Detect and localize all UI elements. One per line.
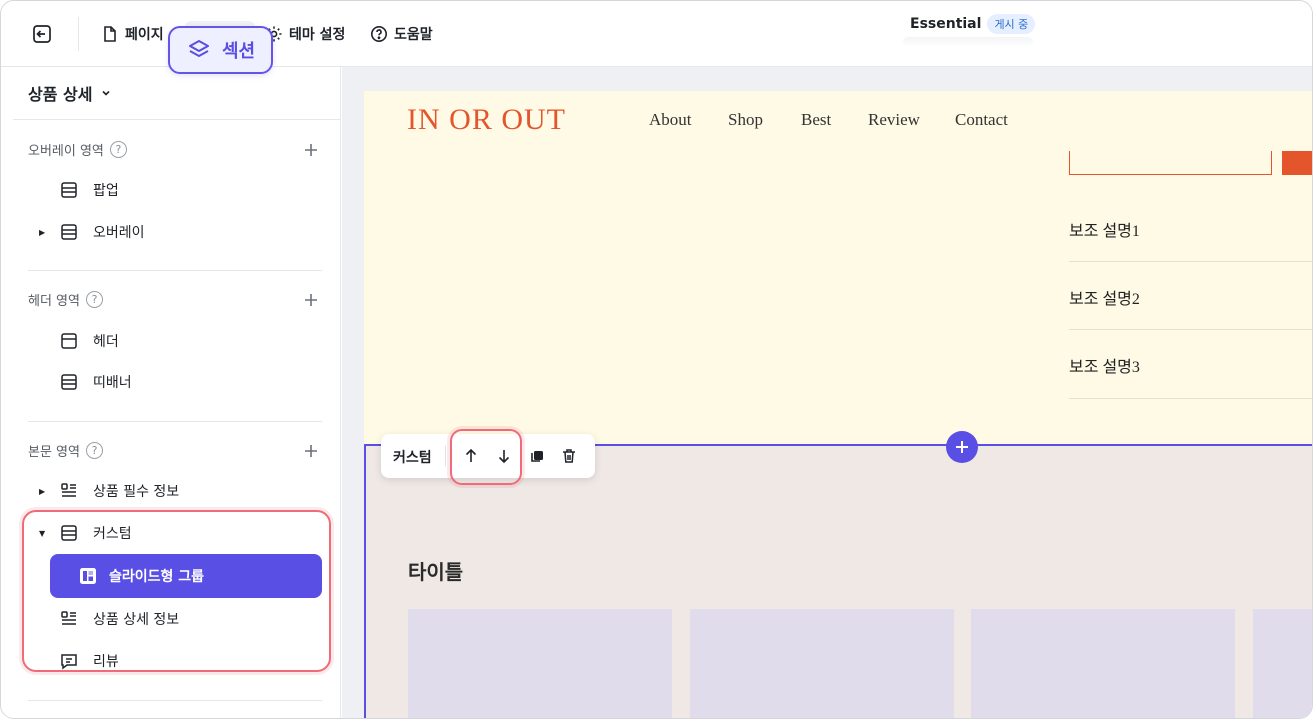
sidebar-header-divider xyxy=(13,119,341,120)
caret-right-icon[interactable]: ▶ xyxy=(39,487,49,496)
exit-icon[interactable] xyxy=(31,23,53,45)
product-info-section[interactable]: IN OR OUT About Shop Best Review Contact… xyxy=(364,91,1312,444)
theme-indicator[interactable]: Essential 게시 중 xyxy=(910,14,1036,34)
group-title: 헤더 영역 xyxy=(28,294,80,309)
sub-description: 보조 설명3 xyxy=(1069,359,1140,376)
toolbar-divider xyxy=(78,17,79,51)
nav-contact[interactable]: Contact xyxy=(955,110,1008,130)
list-icon xyxy=(59,609,79,629)
sidebar-item-label: 오버레이 xyxy=(93,225,145,241)
top-bar: 페이지 섹션 테마 설정 도움말 Essential 게시 중 xyxy=(1,1,1312,74)
layers-icon xyxy=(188,40,209,57)
section-icon xyxy=(59,523,79,543)
sidebar-item-product-info[interactable]: ▶ 상품 필수 정보 xyxy=(39,479,179,503)
sidebar-item-label: 헤더 xyxy=(93,334,119,350)
trash-icon[interactable] xyxy=(559,446,579,466)
section-sidebar: 상품 상세 오버레이 영역 ? 팝업 ▶ 오버레이 헤더 영역 ? 헤더 띠배너… xyxy=(1,67,341,718)
group-body-title: 본문 영역 ? xyxy=(28,441,103,460)
nav-review[interactable]: Review xyxy=(868,110,920,130)
group-divider xyxy=(28,421,322,422)
duplicate-icon[interactable] xyxy=(527,446,547,466)
group-header-title: 헤더 영역 ? xyxy=(28,290,103,309)
description-divider xyxy=(1069,329,1312,330)
description-divider xyxy=(1069,261,1312,262)
help-circle-icon xyxy=(371,26,387,42)
page-selector[interactable]: 상품 상세 xyxy=(28,81,112,105)
sidebar-item-label: 상품 필수 정보 xyxy=(93,484,180,500)
help-icon[interactable]: ? xyxy=(109,141,127,158)
group-divider xyxy=(28,700,322,701)
add-section-icon[interactable] xyxy=(302,442,320,460)
help-label: 도움말 xyxy=(394,27,433,43)
description-divider xyxy=(1069,398,1312,399)
sub-description: 보조 설명1 xyxy=(1069,223,1140,240)
section-icon xyxy=(59,372,79,392)
sections-button[interactable]: 섹션 xyxy=(168,26,273,74)
sidebar-item-label: 띠배너 xyxy=(93,375,132,391)
list-icon xyxy=(59,481,79,501)
caret-right-icon[interactable]: ▶ xyxy=(39,228,49,237)
slide-group-icon xyxy=(80,568,96,584)
nav-shop[interactable]: Shop xyxy=(728,110,763,130)
caret-down-icon[interactable]: ▼ xyxy=(39,529,49,538)
sidebar-item-product-detail[interactable]: 상품 상세 정보 xyxy=(39,607,179,631)
preview-canvas: IN OR OUT About Shop Best Review Contact… xyxy=(342,67,1312,718)
sidebar-item-label: 슬라이드형 그룹 xyxy=(109,569,205,585)
add-section-icon[interactable] xyxy=(302,141,320,159)
add-section-icon[interactable] xyxy=(302,291,320,309)
nav-about[interactable]: About xyxy=(649,110,692,130)
section-icon xyxy=(59,180,79,200)
sidebar-item-label: 팝업 xyxy=(93,183,119,199)
toolbar-divider xyxy=(445,446,446,466)
theme-name: Essential xyxy=(910,16,982,32)
section-title: 타이틀 xyxy=(408,560,464,584)
section-icon xyxy=(59,222,79,242)
slide-card[interactable] xyxy=(690,609,954,718)
slide-card[interactable] xyxy=(971,609,1235,718)
slide-card[interactable] xyxy=(1253,609,1312,718)
sidebar-item-header[interactable]: 헤더 xyxy=(39,329,119,353)
pages-button[interactable]: 페이지 xyxy=(101,22,164,46)
app-window: 페이지 섹션 테마 설정 도움말 Essential 게시 중 상품 상세 오버… xyxy=(0,0,1313,719)
comment-icon xyxy=(59,651,79,671)
add-section-button[interactable] xyxy=(946,431,978,463)
help-button[interactable]: 도움말 xyxy=(370,22,433,46)
group-overlay-title: 오버레이 영역 ? xyxy=(28,140,127,159)
page-selector-label: 상품 상세 xyxy=(28,85,93,104)
sidebar-item-custom[interactable]: ▼ 커스텀 xyxy=(39,521,132,545)
theme-settings-label: 테마 설정 xyxy=(289,27,346,43)
group-divider xyxy=(28,270,322,271)
theme-indicator-shadow xyxy=(903,37,1033,47)
option-select-box[interactable] xyxy=(1069,151,1272,175)
sidebar-item-popup[interactable]: 팝업 xyxy=(39,178,119,202)
sidebar-item-review[interactable]: 리뷰 xyxy=(39,649,119,673)
sidebar-item-slide-group[interactable]: 슬라이드형 그룹 xyxy=(50,554,322,598)
slide-card[interactable] xyxy=(408,609,672,718)
buy-button[interactable] xyxy=(1282,151,1312,175)
sidebar-item-label: 상품 상세 정보 xyxy=(93,612,180,628)
nav-best[interactable]: Best xyxy=(801,110,831,130)
section-toolbar-label: 커스텀 xyxy=(393,450,432,466)
chevron-down-icon xyxy=(102,90,111,96)
publish-status-badge: 게시 중 xyxy=(987,14,1036,34)
sidebar-item-label: 커스텀 xyxy=(93,526,132,542)
plus-icon xyxy=(956,441,968,453)
sidebar-item-overlay[interactable]: ▶ 오버레이 xyxy=(39,220,145,244)
page-icon xyxy=(104,26,116,42)
sections-label: 섹션 xyxy=(221,41,256,62)
group-title: 오버레이 영역 xyxy=(28,144,104,159)
pages-label: 페이지 xyxy=(125,27,164,43)
move-buttons-highlight xyxy=(450,429,522,485)
theme-settings-button[interactable]: 테마 설정 xyxy=(265,22,345,46)
site-preview: IN OR OUT About Shop Best Review Contact… xyxy=(364,91,1312,718)
sub-description: 보조 설명2 xyxy=(1069,291,1140,308)
sidebar-item-label: 리뷰 xyxy=(93,654,119,670)
help-icon[interactable]: ? xyxy=(85,291,103,308)
header-icon xyxy=(59,331,79,351)
site-logo[interactable]: IN OR OUT xyxy=(407,103,566,137)
help-icon[interactable]: ? xyxy=(85,442,103,459)
sidebar-item-banner[interactable]: 띠배너 xyxy=(39,370,132,394)
group-title: 본문 영역 xyxy=(28,445,80,460)
